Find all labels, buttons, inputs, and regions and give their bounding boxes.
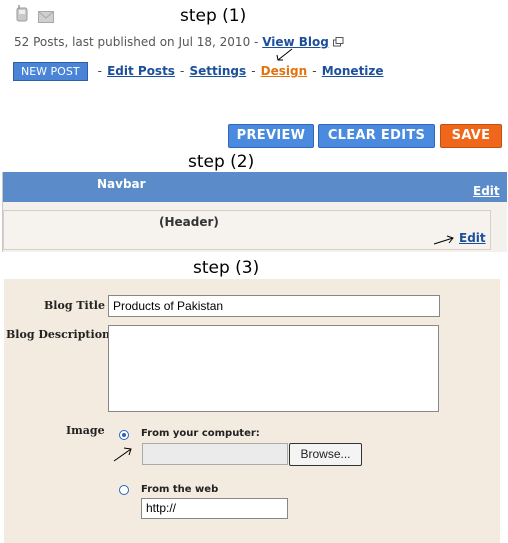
- navbar-title: Navbar: [97, 177, 146, 191]
- blog-title-input[interactable]: Products of Pakistan: [108, 295, 440, 317]
- from-computer-radio[interactable]: [119, 430, 129, 440]
- navbar-edit-link[interactable]: Edit: [473, 184, 500, 198]
- from-computer-label: From your computer:: [141, 428, 260, 439]
- blog-description-label: Blog Description: [6, 328, 111, 341]
- arrow-annotation-icon: [112, 445, 134, 467]
- header-edit-link[interactable]: Edit: [459, 231, 486, 245]
- nav-design[interactable]: Design: [261, 64, 308, 78]
- from-web-label: From the web: [141, 484, 219, 495]
- browse-button[interactable]: Browse...: [289, 443, 362, 466]
- blog-title-label: Blog Title: [44, 299, 105, 312]
- nav-edit-posts[interactable]: Edit Posts: [107, 64, 175, 78]
- blog-stats: 52 Posts, last published on Jul 18, 2010…: [14, 35, 344, 50]
- step-2-label: step (2): [188, 152, 255, 172]
- new-post-button[interactable]: NEW POST: [13, 62, 88, 81]
- clear-edits-button[interactable]: CLEAR EDITS: [318, 124, 435, 148]
- title-description-form: Blog Title Products of Pakistan Blog Des…: [4, 279, 500, 543]
- phone-icon[interactable]: [16, 4, 28, 22]
- blog-description-textarea[interactable]: [108, 325, 439, 412]
- header-widget: (Header) Edit: [3, 210, 491, 250]
- external-window-icon[interactable]: [332, 36, 344, 50]
- navbar-section: Navbar Edit: [3, 172, 507, 202]
- step-3-label: step (3): [193, 258, 260, 278]
- image-label: Image: [66, 424, 105, 437]
- preview-button[interactable]: PREVIEW: [228, 124, 314, 148]
- from-web-radio[interactable]: [119, 485, 129, 495]
- layout-editor: Navbar Edit (Header) Edit: [2, 172, 507, 252]
- image-url-input[interactable]: http://: [141, 498, 288, 519]
- nav-monetize[interactable]: Monetize: [322, 64, 384, 78]
- posts-summary: 52 Posts, last published on Jul 18, 2010…: [14, 35, 259, 49]
- mail-icon[interactable]: [38, 8, 54, 23]
- arrow-annotation-icon: [432, 231, 456, 250]
- save-button[interactable]: SAVE: [440, 124, 502, 148]
- file-path-input[interactable]: [142, 443, 288, 465]
- nav-settings[interactable]: Settings: [189, 64, 246, 78]
- step-1-label: step (1): [180, 6, 247, 26]
- view-blog-link[interactable]: View Blog: [262, 35, 329, 49]
- header-title: (Header): [159, 215, 219, 229]
- dashboard-nav: NEW POST - Edit Posts - Settings - Desig…: [13, 60, 384, 81]
